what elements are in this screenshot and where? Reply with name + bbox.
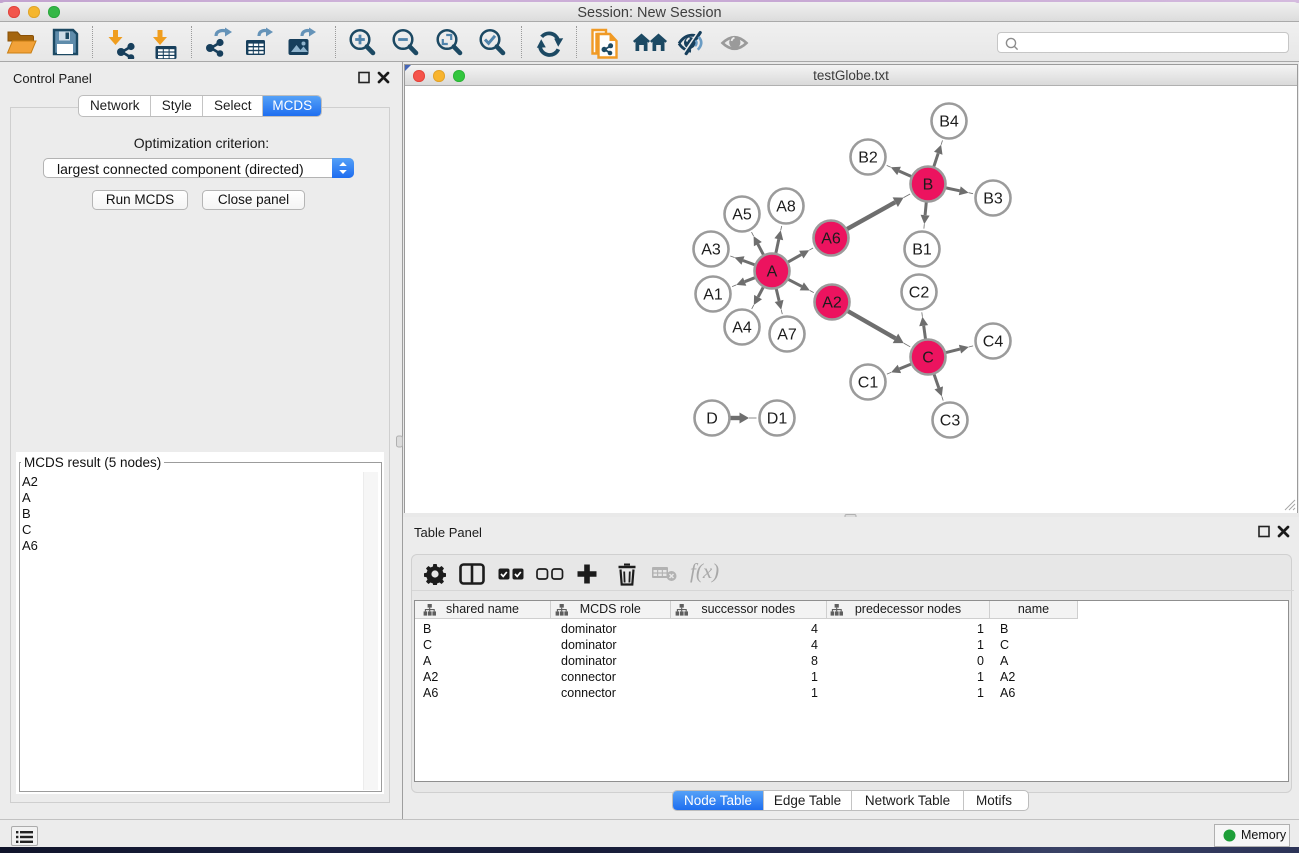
svg-text:B: B	[923, 177, 934, 194]
svg-text:B2: B2	[858, 150, 878, 167]
svg-text:C1: C1	[858, 375, 879, 392]
svg-text:D: D	[706, 411, 718, 428]
svg-text:A8: A8	[776, 199, 796, 216]
svg-text:D1: D1	[767, 411, 788, 428]
svg-text:A3: A3	[701, 242, 721, 259]
svg-text:C3: C3	[940, 413, 961, 430]
svg-text:A: A	[767, 264, 778, 281]
svg-text:B1: B1	[912, 242, 932, 259]
svg-text:A7: A7	[777, 327, 797, 344]
svg-text:A1: A1	[703, 287, 723, 304]
svg-text:C2: C2	[909, 285, 930, 302]
svg-text:A2: A2	[822, 295, 842, 312]
svg-text:C: C	[922, 350, 934, 367]
svg-text:A5: A5	[732, 207, 752, 224]
svg-text:B3: B3	[983, 191, 1003, 208]
svg-text:B4: B4	[939, 114, 959, 131]
svg-text:A6: A6	[821, 231, 841, 248]
svg-text:A4: A4	[732, 320, 752, 337]
svg-text:C4: C4	[983, 334, 1004, 351]
